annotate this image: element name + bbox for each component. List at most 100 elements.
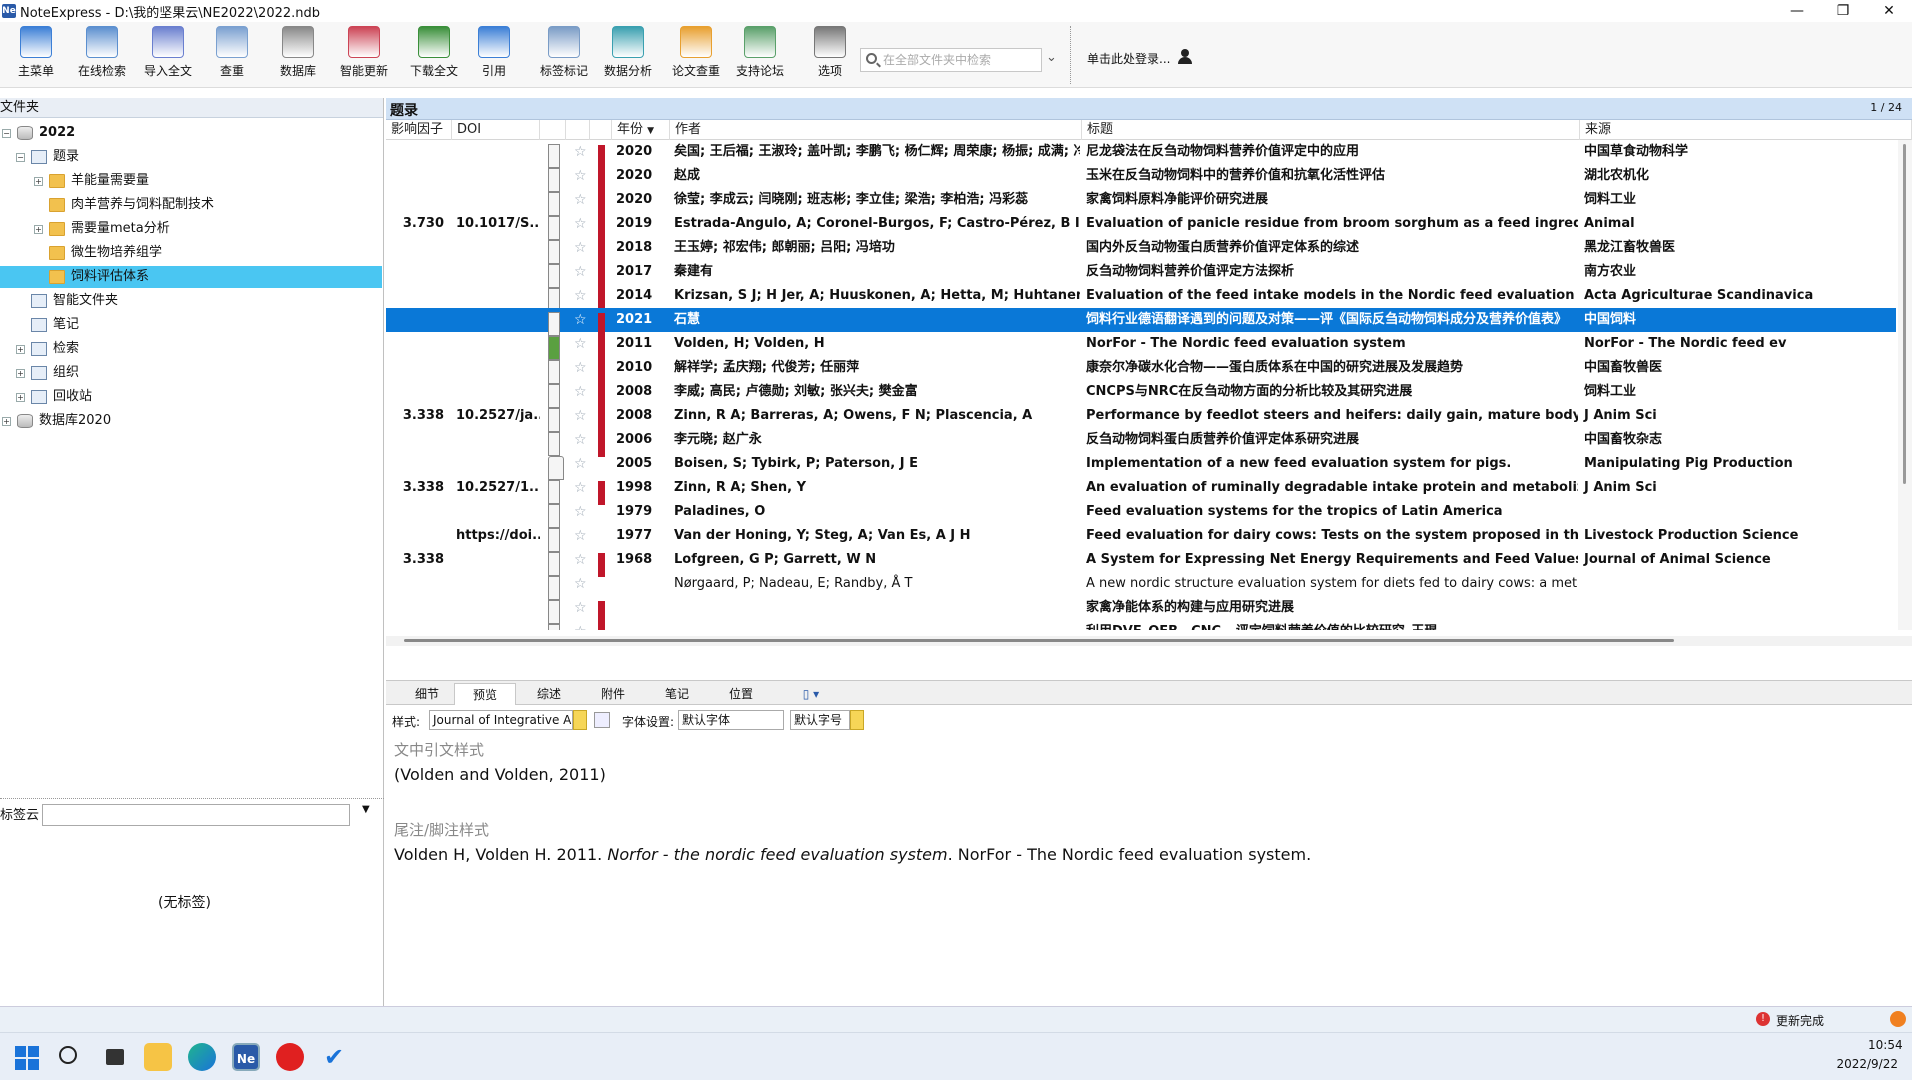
- vertical-scrollbar[interactable]: [1898, 140, 1912, 630]
- tree-item[interactable]: + 羊能量需要量: [34, 170, 149, 192]
- tree-item[interactable]: + 检索: [16, 338, 79, 360]
- font-select[interactable]: 默认字体: [678, 710, 784, 730]
- table-row[interactable]: 3.338 10.2527/ja... 2008 Zinn, R A; Barrera…: [386, 404, 1896, 433]
- style-select[interactable]: Journal of Integrative A: [429, 710, 573, 730]
- expand-icon[interactable]: +: [34, 176, 43, 186]
- toolbar-button-4[interactable]: 数据库: [280, 26, 316, 86]
- table-row[interactable]: 2020 徐莹; 李成云; 闫晓刚; 班志彬; 李立佳; 梁浩; 李柏浩; 冯彩蕊…: [386, 188, 1896, 217]
- table-row[interactable]: 家禽净能体系的构建与应用研究进展 ☆: [386, 596, 1896, 625]
- star-icon[interactable]: ☆: [570, 548, 587, 572]
- toolbar-button-10[interactable]: 论文查重: [672, 26, 720, 86]
- star-icon[interactable]: ☆: [570, 212, 587, 236]
- tree-item[interactable]: + 组织: [16, 362, 79, 384]
- star-icon[interactable]: ☆: [570, 188, 587, 212]
- star-icon[interactable]: ☆: [570, 476, 587, 500]
- user-icon[interactable]: [1178, 49, 1192, 65]
- toolbar-button-12[interactable]: 选项: [814, 26, 846, 86]
- table-row[interactable]: 2006 李元晓; 赵广永 反刍动物饲料蛋白质营养价值评定体系研究进展 中国畜牧杂志 ☆: [386, 428, 1896, 457]
- tab-preview[interactable]: 预览: [454, 683, 516, 705]
- expand-icon[interactable]: +: [16, 368, 25, 378]
- tab-attachments[interactable]: 附件: [582, 683, 644, 705]
- expand-icon[interactable]: +: [16, 392, 25, 402]
- windows-start-icon[interactable]: [12, 1043, 40, 1071]
- table-row[interactable]: 2014 Krizsan, S J; H Jer, A; Huuskonen, A…: [386, 284, 1896, 313]
- star-icon[interactable]: ☆: [570, 524, 587, 548]
- expand-icon[interactable]: [34, 273, 43, 282]
- col-star[interactable]: [566, 120, 590, 140]
- table-row[interactable]: https://doi... 1977 Van der Honing, Y; Ste…: [386, 524, 1896, 552]
- toolbar-button-6[interactable]: 下载全文: [410, 26, 458, 86]
- tree-item[interactable]: 饲料评估体系: [0, 266, 382, 288]
- star-icon[interactable]: ☆: [570, 356, 587, 380]
- star-icon[interactable]: ☆: [570, 140, 587, 164]
- task-view-icon[interactable]: [100, 1043, 128, 1071]
- star-icon[interactable]: ☆: [570, 620, 587, 630]
- col-attach[interactable]: [540, 120, 566, 140]
- star-icon[interactable]: ☆: [570, 308, 587, 332]
- todo-check-icon[interactable]: ✔: [320, 1043, 348, 1071]
- search-input[interactable]: 在全部文件夹中检索: [860, 48, 1042, 72]
- table-row[interactable]: 3.338 1968 Lofgreen, G P; Garrett, W N A Sy…: [386, 548, 1896, 577]
- search-dropdown-chevron-icon[interactable]: ⌄: [1046, 50, 1057, 65]
- netease-music-icon[interactable]: [276, 1043, 304, 1071]
- star-icon[interactable]: ☆: [570, 572, 587, 596]
- col-flag[interactable]: [590, 120, 612, 140]
- table-row[interactable]: 2005 Boisen, S; Tybirk, P; Paterson, J E I…: [386, 452, 1896, 480]
- font-size-dropdown-button[interactable]: [850, 710, 864, 730]
- tree-item[interactable]: 智能文件夹: [16, 290, 118, 312]
- star-icon[interactable]: ☆: [570, 260, 587, 284]
- table-row[interactable]: Nørgaard, P; Nadeau, E; Randby, Å T A new…: [386, 572, 1896, 600]
- star-icon[interactable]: ☆: [570, 236, 587, 260]
- star-icon[interactable]: ☆: [570, 452, 587, 476]
- collapse-icon[interactable]: −: [2, 128, 11, 138]
- star-icon[interactable]: ☆: [570, 596, 587, 620]
- toolbar-button-9[interactable]: 数据分析: [604, 26, 652, 86]
- tree-item[interactable]: − 2022: [2, 122, 75, 144]
- style-manager-icon[interactable]: [594, 712, 610, 728]
- flag-icon[interactable]: [598, 625, 605, 630]
- horizontal-scrollbar[interactable]: [386, 636, 1912, 646]
- table-row[interactable]: 3.730 10.1017/S... 2019 Estrada-Angulo, A; …: [386, 212, 1896, 241]
- star-icon[interactable]: ☆: [570, 428, 587, 452]
- table-row[interactable]: 2020 矣国; 王后福; 王淑玲; 盖叶凯; 李鹏飞; 杨仁辉; 周荣康; 杨振…: [386, 140, 1896, 169]
- toolbar-button-5[interactable]: 智能更新: [340, 26, 388, 86]
- toolbar-button-0[interactable]: 主菜单: [18, 26, 54, 86]
- star-icon[interactable]: ☆: [570, 500, 587, 524]
- star-icon[interactable]: ☆: [570, 284, 587, 308]
- expand-icon[interactable]: [16, 297, 25, 306]
- expand-icon[interactable]: [16, 321, 25, 330]
- noteexpress-icon[interactable]: Ne: [232, 1043, 260, 1071]
- toolbar-button-1[interactable]: 在线检索: [78, 26, 126, 86]
- tab-location[interactable]: 位置: [710, 683, 772, 705]
- table-row[interactable]: 2017 秦建有 反刍动物饲料营养价值评定方法探析 南方农业 ☆: [386, 260, 1896, 289]
- star-icon[interactable]: ☆: [570, 164, 587, 188]
- edge-icon[interactable]: [188, 1043, 216, 1071]
- login-link[interactable]: 单击此处登录...: [1087, 50, 1170, 67]
- col-impact[interactable]: 影响因子: [386, 120, 452, 140]
- col-doi[interactable]: DOI: [452, 120, 540, 140]
- style-dropdown-button[interactable]: [573, 710, 587, 730]
- toolbar-button-2[interactable]: 导入全文: [144, 26, 192, 86]
- tab-details[interactable]: 细节: [400, 683, 454, 705]
- toolbar-button-3[interactable]: 查重: [216, 26, 248, 86]
- table-row[interactable]: 3.338 10.2527/1... 1998 Zinn, R A; Shen, Y A…: [386, 476, 1896, 505]
- tree-item[interactable]: + 回收站: [16, 386, 92, 408]
- expand-icon[interactable]: +: [16, 344, 25, 354]
- tag-cloud-input[interactable]: [42, 804, 350, 826]
- expand-icon[interactable]: +: [34, 224, 43, 234]
- file-explorer-icon[interactable]: [144, 1043, 172, 1071]
- col-source[interactable]: 来源: [1580, 120, 1912, 140]
- star-icon[interactable]: ☆: [570, 404, 587, 428]
- toolbar-button-8[interactable]: 标签标记: [540, 26, 588, 86]
- table-row[interactable]: 利用DVE_OEB、CNC...评定饲料营养价值的比较研究_王琨 ☆: [386, 620, 1896, 630]
- toolbar-button-11[interactable]: 支持论坛: [736, 26, 784, 86]
- minimize-button[interactable]: —: [1774, 0, 1820, 22]
- col-author[interactable]: 作者: [670, 120, 1082, 140]
- star-icon[interactable]: ☆: [570, 332, 587, 356]
- search-icon[interactable]: [56, 1043, 84, 1071]
- tag-cloud-dropdown-icon[interactable]: ▼: [362, 804, 370, 815]
- maximize-button[interactable]: ❐: [1820, 0, 1866, 22]
- tab-summary[interactable]: 综述: [518, 683, 580, 705]
- splitter[interactable]: [0, 798, 384, 801]
- toolbar-button-7[interactable]: 引用: [478, 26, 510, 86]
